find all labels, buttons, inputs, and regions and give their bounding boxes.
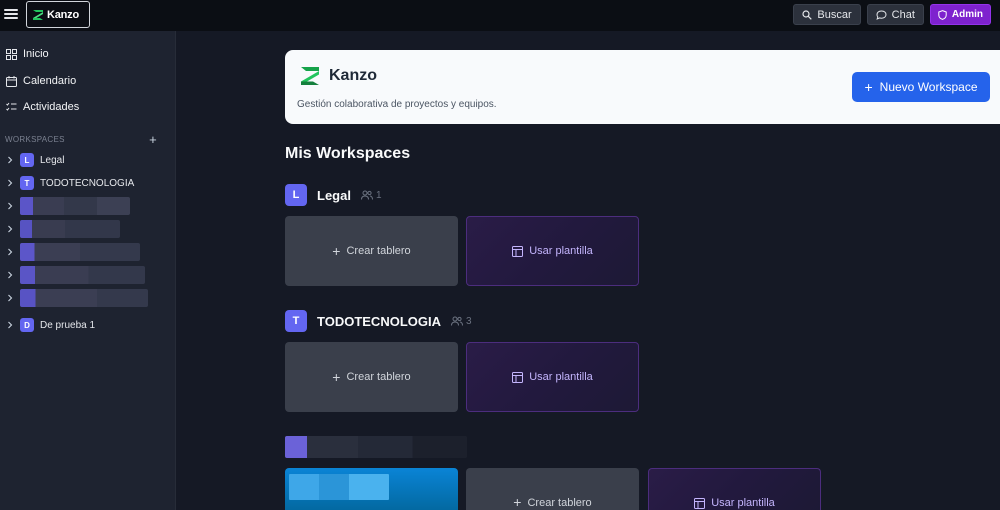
checklist-icon	[6, 102, 17, 111]
use-template-label: Usar plantilla	[529, 245, 593, 257]
plus-icon: +	[332, 243, 341, 259]
chevron-right-icon[interactable]	[6, 294, 14, 302]
create-board-card[interactable]: + Crear tablero	[466, 468, 639, 510]
search-button[interactable]: Buscar	[793, 4, 861, 25]
use-template-label: Usar plantilla	[529, 371, 593, 383]
use-template-card[interactable]: Usar plantilla	[466, 216, 639, 286]
workspace-label: Legal	[40, 154, 65, 166]
workspace-avatar: L	[20, 153, 34, 167]
hero-banner: Kanzo Gestión colaborativa de proyectos …	[285, 50, 1000, 124]
kanzo-logo-icon	[301, 67, 319, 85]
board-card[interactable]	[285, 468, 458, 510]
admin-label: Admin	[951, 9, 983, 20]
workspace-name[interactable]: TODOTECNOLOGIA	[317, 314, 441, 329]
chat-button[interactable]: Chat	[866, 4, 924, 25]
create-board-label: Crear tablero	[346, 245, 411, 257]
use-template-card[interactable]: Usar plantilla	[648, 468, 821, 510]
add-workspace-icon[interactable]: +	[149, 133, 157, 146]
chevron-right-icon[interactable]	[6, 225, 14, 233]
template-icon	[512, 371, 524, 383]
admin-button[interactable]: Admin	[929, 4, 991, 25]
plus-icon: +	[513, 494, 522, 510]
search-label: Buscar	[817, 8, 852, 21]
sidebar-item-label: Calendario	[23, 75, 77, 87]
app-name: Kanzo	[47, 8, 80, 21]
create-board-label: Crear tablero	[527, 497, 592, 509]
new-workspace-label: Nuevo Workspace	[879, 80, 978, 94]
calendar-icon	[6, 75, 17, 87]
search-icon	[802, 9, 813, 20]
redacted-board-title	[289, 474, 389, 500]
workspaces-header: WORKSPACES +	[5, 133, 157, 146]
redacted-workspace-header	[285, 436, 467, 458]
workspace-avatar: T	[20, 176, 34, 190]
template-icon	[694, 498, 706, 509]
hero-subtitle: Gestión colaborativa de proyectos y equi…	[297, 99, 497, 110]
workspace-avatar: L	[285, 184, 307, 206]
workspace-members: 3	[450, 315, 472, 327]
chat-icon	[876, 9, 887, 20]
new-workspace-button[interactable]: + Nuevo Workspace	[852, 72, 990, 102]
shield-icon	[938, 9, 947, 20]
workspace-members: 1	[360, 189, 382, 201]
chevron-right-icon[interactable]	[6, 271, 14, 279]
workspace-header-todotecnologia: T TODOTECNOLOGIA 3	[285, 310, 472, 332]
chevron-right-icon[interactable]	[6, 248, 14, 256]
chevron-right-icon[interactable]	[6, 156, 14, 164]
app-logo[interactable]: Kanzo	[26, 1, 90, 28]
redacted-block	[20, 197, 130, 215]
chevron-right-icon[interactable]	[6, 321, 14, 329]
sidebar-item-calendario[interactable]: Calendario	[0, 71, 170, 91]
workspace-avatar: T	[285, 310, 307, 332]
redacted-block	[20, 243, 140, 261]
create-board-card[interactable]: + Crear tablero	[285, 342, 458, 412]
workspace-label: De prueba 1	[40, 319, 96, 331]
sidebar-workspace-de-prueba-1[interactable]: D De prueba 1	[6, 316, 171, 334]
chevron-right-icon[interactable]	[6, 202, 14, 210]
create-board-label: Crear tablero	[346, 371, 411, 383]
use-template-card[interactable]: Usar plantilla	[466, 342, 639, 412]
template-icon	[512, 245, 524, 257]
member-count: 3	[465, 315, 472, 327]
users-icon	[450, 316, 463, 326]
section-title: Mis Workspaces	[285, 145, 411, 162]
workspace-name[interactable]: Legal	[317, 188, 351, 203]
redacted-block	[20, 266, 145, 284]
sidebar-item-inicio[interactable]: Inicio	[0, 44, 170, 64]
hero-title: Kanzo	[329, 67, 377, 84]
workspace-label: TODOTECNOLOGIA	[40, 177, 135, 189]
sidebar-item-label: Inicio	[23, 48, 49, 60]
sidebar-workspace-todotecnologia[interactable]: T TODOTECNOLOGIA	[6, 174, 171, 192]
users-icon	[360, 190, 373, 200]
kanzo-logo-icon	[33, 9, 43, 20]
sidebar-item-actividades[interactable]: Actividades	[0, 97, 170, 117]
chevron-right-icon[interactable]	[6, 179, 14, 187]
plus-icon: +	[864, 79, 873, 95]
use-template-label: Usar plantilla	[711, 497, 775, 509]
grid-icon	[6, 48, 17, 60]
sidebar-item-label: Actividades	[23, 101, 80, 113]
sidebar-workspace-legal[interactable]: L Legal	[6, 151, 171, 169]
menu-icon[interactable]	[4, 7, 18, 21]
member-count: 1	[375, 189, 382, 201]
chat-label: Chat	[891, 8, 915, 21]
sidebar: Inicio Calendario Actividades WORKSPACES…	[0, 31, 176, 510]
redacted-block	[20, 289, 148, 307]
create-board-card[interactable]: + Crear tablero	[285, 216, 458, 286]
workspaces-header-label: WORKSPACES	[5, 135, 65, 144]
workspace-header-legal: L Legal 1	[285, 184, 382, 206]
workspace-avatar: D	[20, 318, 34, 332]
redacted-block	[20, 220, 120, 238]
top-bar: Kanzo Buscar Chat Admin	[0, 0, 1000, 31]
plus-icon: +	[332, 369, 341, 385]
